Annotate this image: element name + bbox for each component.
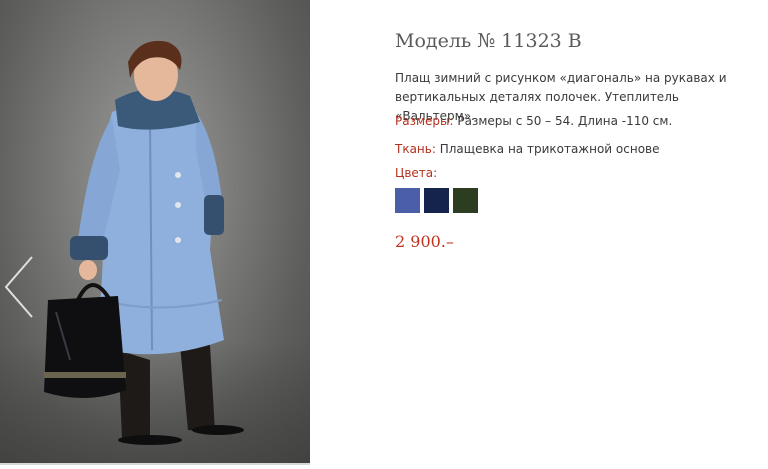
color-swatch-blue[interactable] [395, 188, 420, 213]
photo-bottom-border [0, 463, 310, 465]
prev-photo-button[interactable] [2, 255, 36, 319]
color-swatches [395, 188, 478, 213]
color-swatch-green[interactable] [453, 188, 478, 213]
fabric-value: Плащевка на трикотажной основе [439, 142, 660, 156]
sizes-value: Размеры с 50 – 54. Длина -110 см. [457, 114, 673, 128]
sizes-label: Размеры: [395, 114, 454, 128]
fabric-label: Ткань: [395, 142, 436, 156]
model-figure [44, 40, 244, 445]
color-swatch-navy[interactable] [424, 188, 449, 213]
colors-row: Цвета: [395, 166, 437, 180]
product-photo [0, 0, 310, 463]
chevron-left-icon [4, 256, 33, 318]
product-title: Модель № 11323 В [395, 30, 582, 52]
sizes-row: Размеры: Размеры с 50 – 54. Длина -110 с… [395, 114, 672, 128]
fabric-row: Ткань: Плащевка на трикотажной основе [395, 142, 660, 156]
colors-label: Цвета: [395, 166, 438, 180]
product-price: 2 900.– [395, 232, 454, 251]
